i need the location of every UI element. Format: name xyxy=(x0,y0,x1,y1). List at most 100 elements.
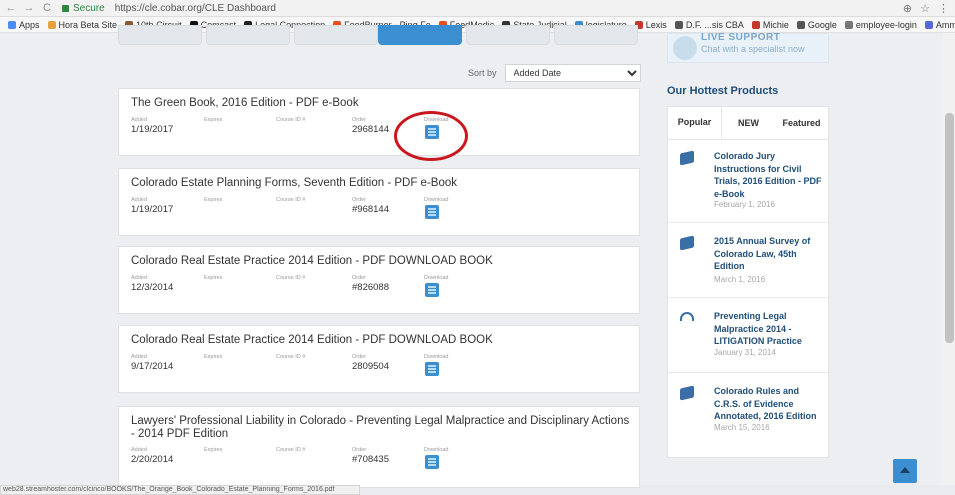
browser-actions: ⊕ ☆ ⋮ xyxy=(903,2,949,15)
browser-menu-icon[interactable]: ⋮ xyxy=(938,2,949,15)
dashboard-tab[interactable] xyxy=(206,25,290,45)
field-label-download: Download xyxy=(424,275,449,281)
product-divider xyxy=(668,372,830,373)
bookmark-favicon-icon xyxy=(47,20,56,29)
page-scrollbar[interactable] xyxy=(943,33,955,485)
live-support-banner[interactable]: LIVE SUPPORT Chat with a specialist now xyxy=(667,32,829,63)
dashboard-tab[interactable] xyxy=(118,25,202,45)
product-divider xyxy=(668,297,830,298)
scrollbar-thumb[interactable] xyxy=(945,113,954,343)
field-label-order: Order xyxy=(352,197,367,203)
order-number: #708435 xyxy=(352,454,389,465)
tab-new[interactable]: NEW xyxy=(722,107,775,139)
product-divider xyxy=(668,222,830,223)
field-label-added: Added xyxy=(131,197,147,203)
field-label-course: Course ID # xyxy=(276,275,306,281)
hot-product-name[interactable]: 2015 Annual Survey of Colorado Law, 45th… xyxy=(714,235,826,273)
field-label-download: Download xyxy=(424,447,449,453)
back-button[interactable]: ← xyxy=(4,2,18,14)
field-label-order: Order xyxy=(352,354,367,360)
hot-product-name[interactable]: Preventing Legal Malpractice 2014 - LITI… xyxy=(714,310,826,348)
field-label-expires: Expires xyxy=(204,197,223,203)
hot-product-item[interactable]: 2015 Annual Survey of Colorado Law, 45th… xyxy=(668,235,830,299)
bookmark-favicon-icon xyxy=(924,20,933,29)
field-label-order: Order xyxy=(352,447,367,453)
bookmark-label: Hora Beta Site xyxy=(58,19,118,30)
tab-popular[interactable]: Popular xyxy=(668,107,722,139)
browser-toolbar: ← → C Secure https://cle.cobar.org/CLE D… xyxy=(0,0,955,17)
hottest-products-title: Our Hottest Products xyxy=(667,85,779,97)
download-book-icon[interactable] xyxy=(425,455,439,469)
dashboard-tab-active[interactable] xyxy=(378,25,462,45)
tab-featured[interactable]: Featured xyxy=(775,107,828,139)
download-book-icon[interactable] xyxy=(425,205,439,219)
status-bar-url: web28.streamhoster.com/clcinco/BOOKS/The… xyxy=(0,485,360,495)
bookmark-favicon-icon xyxy=(844,20,853,29)
download-book-icon[interactable] xyxy=(425,283,439,297)
hot-product-item[interactable]: Colorado Jury Instructions for Civil Tri… xyxy=(668,150,830,214)
hot-product-name[interactable]: Colorado Jury Instructions for Civil Tri… xyxy=(714,150,826,200)
field-label-expires: Expires xyxy=(204,275,223,281)
highlight-circle-annotation xyxy=(394,111,468,161)
field-label-course: Course ID # xyxy=(276,197,306,203)
reload-button[interactable]: C xyxy=(40,2,54,14)
hot-product-date: March 15, 2016 xyxy=(714,423,770,432)
bookmark-item[interactable]: Lexis xyxy=(634,19,667,30)
back-to-top-button[interactable] xyxy=(893,459,917,483)
field-label-course: Course ID # xyxy=(276,117,306,123)
field-label-added: Added xyxy=(131,354,147,360)
book-icon xyxy=(680,385,694,401)
sort-label: Sort by xyxy=(468,68,497,78)
field-label-course: Course ID # xyxy=(276,447,306,453)
address-bar[interactable]: https://cle.cobar.org/CLE Dashboard xyxy=(115,3,276,14)
secure-label: Secure xyxy=(73,2,105,14)
bookmark-star-icon[interactable]: ☆ xyxy=(920,2,930,15)
field-label-order: Order xyxy=(352,117,367,123)
field-label-expires: Expires xyxy=(204,447,223,453)
bookmark-label: employee-login xyxy=(855,19,917,30)
field-label-added: Added xyxy=(131,447,147,453)
secure-indicator[interactable]: Secure xyxy=(62,3,105,14)
order-title: Colorado Real Estate Practice 2014 Editi… xyxy=(131,255,493,267)
order-added-date: 2/20/2014 xyxy=(131,454,174,465)
bookmark-item[interactable]: Michie xyxy=(751,19,789,30)
order-title: The Green Book, 2016 Edition - PDF e-Boo… xyxy=(131,97,359,109)
bookmark-favicon-icon xyxy=(674,20,683,29)
hot-product-item[interactable]: Colorado Rules and C.R.S. of Evidence An… xyxy=(668,385,830,449)
sort-control: Sort by Added Date xyxy=(468,64,641,82)
hot-product-date: January 31, 2014 xyxy=(714,348,776,357)
extension-icon[interactable]: ⊕ xyxy=(903,2,912,15)
order-number: #968144 xyxy=(352,204,389,215)
hot-product-item[interactable]: Preventing Legal Malpractice 2014 - LITI… xyxy=(668,310,830,374)
bookmark-label: Michie xyxy=(762,19,789,30)
order-added-date: 9/17/2014 xyxy=(131,361,174,372)
field-label-order: Order xyxy=(352,275,367,281)
order-card: Colorado Real Estate Practice 2014 Editi… xyxy=(118,246,640,314)
bookmark-favicon-icon xyxy=(751,20,760,29)
bookmark-item[interactable]: D.F. ...sis CBA xyxy=(674,20,744,30)
live-support-title: LIVE SUPPORT xyxy=(701,32,781,43)
order-title: Colorado Estate Planning Forms, Seventh … xyxy=(131,177,457,189)
lock-icon xyxy=(62,4,69,12)
bookmark-item[interactable]: Google xyxy=(796,20,837,30)
dashboard-tab[interactable] xyxy=(554,25,638,45)
bookmark-label: Lexis xyxy=(645,19,667,30)
sort-select[interactable]: Added Date xyxy=(504,64,641,82)
live-support-subtitle: Chat with a specialist now xyxy=(701,44,805,54)
bookmark-item[interactable]: Hora Beta Site xyxy=(47,19,118,30)
hottest-products-list: Colorado Jury Instructions for Civil Tri… xyxy=(667,140,830,458)
hot-product-name[interactable]: Colorado Rules and C.R.S. of Evidence An… xyxy=(714,385,826,423)
download-book-icon[interactable] xyxy=(425,362,439,376)
book-icon xyxy=(680,235,694,251)
bookmark-item[interactable]: Amma xyxy=(924,20,955,30)
field-label-expires: Expires xyxy=(204,354,223,360)
forward-button[interactable]: → xyxy=(22,2,36,14)
dashboard-tab[interactable] xyxy=(294,25,378,45)
bookmark-item[interactable]: Apps xyxy=(8,20,40,30)
dashboard-tab[interactable] xyxy=(466,25,550,45)
order-number: 2809504 xyxy=(352,361,389,372)
field-label-expires: Expires xyxy=(204,117,223,123)
chat-icon xyxy=(673,36,697,60)
bookmark-item[interactable]: employee-login xyxy=(844,19,917,30)
order-added-date: 12/3/2014 xyxy=(131,282,174,293)
